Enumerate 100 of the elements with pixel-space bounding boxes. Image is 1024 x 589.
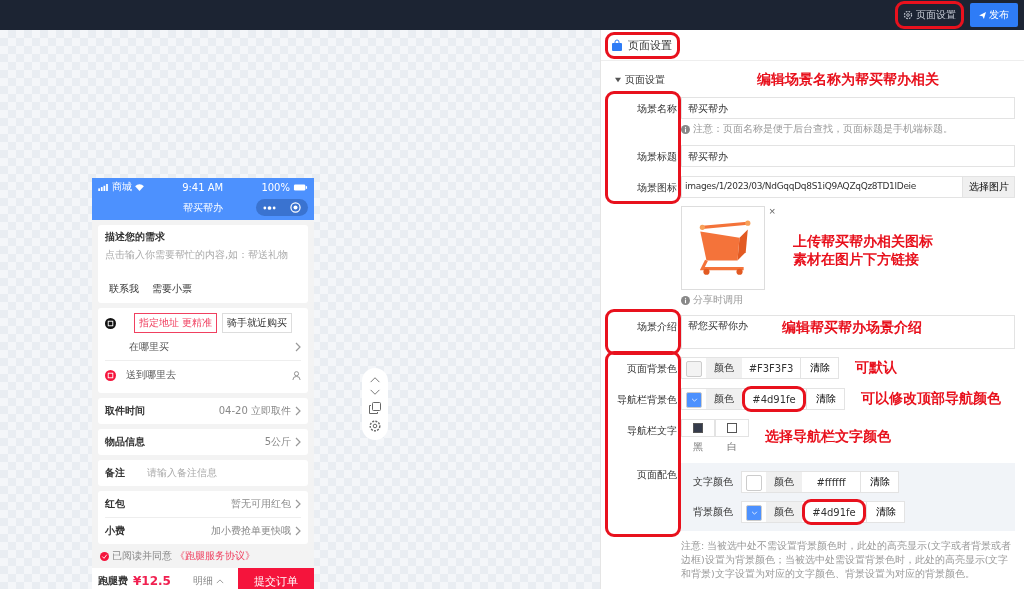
color-swatch[interactable] xyxy=(746,505,762,521)
color-picker[interactable]: 颜色 #ffffff 清除 xyxy=(741,471,899,493)
row-value[interactable]: 暂无可用红包 xyxy=(231,497,291,511)
annotation-text: 可以修改顶部导航颜色 xyxy=(861,390,1001,408)
color-swatch[interactable] xyxy=(686,392,702,408)
battery-icon xyxy=(293,183,308,191)
annotation-text: 上传帮买帮办相关图标素材在图片下方链接 xyxy=(793,232,935,269)
panel-title: 页面设置 xyxy=(628,37,672,53)
choose-image-button[interactable]: 选择图片 xyxy=(963,176,1015,198)
battery-text: 100% xyxy=(261,181,290,193)
send-icon xyxy=(979,11,986,19)
color-picker[interactable]: 颜色 #F3F3F3 清除 xyxy=(681,357,839,379)
caret-down-icon[interactable] xyxy=(615,77,621,83)
detail-button[interactable]: 明细 xyxy=(187,573,230,589)
color-label: 颜色 xyxy=(766,502,802,522)
row-label: 取件时间 xyxy=(105,404,145,418)
buy-location-text[interactable]: 在哪里买 xyxy=(129,340,169,354)
field-label: 场景名称 xyxy=(636,102,677,116)
color-value[interactable]: #ffffff xyxy=(802,472,860,492)
field-label: 导航栏背景色 xyxy=(616,393,677,407)
color-picker[interactable]: 颜色 #4d91fe 清除 xyxy=(681,388,845,410)
chevron-right-icon xyxy=(295,526,301,536)
publish-button[interactable]: 发布 xyxy=(970,3,1018,27)
field-label: 场景介绍 xyxy=(636,320,677,334)
card-title: 描述您的需求 xyxy=(105,230,166,244)
hint-text: 分享时调用 xyxy=(693,294,743,307)
text-field[interactable]: 帮买帮办 xyxy=(681,97,1015,119)
field-label: 导航栏文字 xyxy=(626,424,677,438)
agreement-text: 已阅读并同意 xyxy=(112,549,172,563)
chevron-right-icon xyxy=(295,499,301,509)
chevron-down-icon xyxy=(369,389,381,396)
move-up-button[interactable] xyxy=(369,376,381,383)
more-icon xyxy=(263,205,276,210)
capsule-menu[interactable] xyxy=(256,199,308,216)
caret-up-icon xyxy=(216,578,224,584)
info-icon xyxy=(681,296,690,305)
carrier-text: 商城 xyxy=(112,180,132,194)
chevron-right-icon xyxy=(295,437,301,447)
settings-icon xyxy=(903,10,913,20)
color-label: 颜色 xyxy=(766,472,802,492)
row-value[interactable]: 5公斤 xyxy=(264,435,291,449)
caret-icon xyxy=(750,511,758,515)
field-label: 背景颜色 xyxy=(693,505,733,519)
annotation-text: 编辑场景名称为帮买帮办相关 xyxy=(757,71,939,89)
option-label: 白 xyxy=(727,440,737,454)
buy-icon xyxy=(105,317,116,329)
hint-text: 注意：页面名称是便于后台查找，页面标题是手机端标题。 xyxy=(693,123,953,136)
target-icon xyxy=(290,202,301,213)
copy-button[interactable] xyxy=(369,402,381,414)
deliver-location-text[interactable]: 送到哪里去 xyxy=(126,368,176,382)
close-button[interactable]: × xyxy=(769,206,776,217)
option-label: 黑 xyxy=(693,440,703,454)
agreement-checkbox[interactable] xyxy=(100,551,109,561)
row-value[interactable]: 加小费抢单更快哦 xyxy=(211,524,291,538)
color-label: 颜色 xyxy=(706,358,742,378)
row-label: 小费 xyxy=(105,524,125,538)
annotation-text: 选择导航栏文字颜色 xyxy=(765,427,891,446)
section-title[interactable]: 页面设置 xyxy=(625,73,665,87)
settings-icon xyxy=(369,420,381,432)
price-text: ¥12.5 xyxy=(133,574,171,588)
row-label: 备注 xyxy=(105,466,125,480)
field-label: 场景标题 xyxy=(636,150,677,164)
agreement-link[interactable]: 《跑腿服务协议》 xyxy=(175,549,255,563)
color-option[interactable] xyxy=(681,419,715,437)
field-label: 文字颜色 xyxy=(693,475,733,489)
annotation-text: 可默认 xyxy=(855,359,897,377)
mode-tab[interactable]: 骑手就近购买 xyxy=(222,313,293,333)
wifi-icon xyxy=(135,183,144,191)
row-label: 红包 xyxy=(105,497,125,511)
clock-text: 9:41 AM xyxy=(182,181,224,193)
annotation-text: 编辑帮买帮办场景介绍 xyxy=(782,319,922,337)
copy-icon xyxy=(369,402,381,414)
nav-title: 帮买帮办 xyxy=(183,201,223,215)
mode-tab[interactable]: 指定地址 更精准 xyxy=(134,313,218,333)
move-down-button[interactable] xyxy=(369,389,381,396)
caret-icon xyxy=(690,398,698,402)
chevron-right-icon xyxy=(295,406,301,416)
submit-order-button[interactable]: 提交订单 xyxy=(238,568,314,589)
field-label: 场景图标 xyxy=(636,181,677,195)
row-label: 物品信息 xyxy=(105,435,145,449)
description-field[interactable]: 帮您买帮你办 编辑帮买帮办场景介绍 xyxy=(681,315,1015,349)
color-swatch[interactable] xyxy=(746,475,762,491)
color-option[interactable] xyxy=(715,419,749,437)
chevron-right-icon xyxy=(295,342,301,352)
signal-icon xyxy=(98,183,109,191)
color-value[interactable]: #F3F3F3 xyxy=(742,358,800,378)
hint-text: 注意: 当被选中处不需设置背景颜色时，此处的高亮显示(文字或者背景或者边框)设置为背景颜色；当被选中处需设置背景色时，此处的高亮显示(文字和背景)文字设置为对应的文字颜色、背景设置为对应的背景颜色。 xyxy=(681,539,1012,581)
row-value[interactable]: 04-20 立即取件 xyxy=(218,404,291,418)
chevron-up-icon xyxy=(369,376,381,383)
color-swatch[interactable] xyxy=(686,361,702,377)
text-field[interactable]: 帮买帮办 xyxy=(681,145,1015,167)
path-field[interactable]: images/1/2023/03/NdGqqDq8S1iQ9AQZqQz8TD1lDeie xyxy=(681,176,963,198)
fee-label: 跑腿费 xyxy=(97,574,128,588)
person-icon xyxy=(292,370,301,380)
settings-button[interactable] xyxy=(369,420,381,432)
field-label: 页面背景色 xyxy=(626,362,677,376)
bag-icon xyxy=(611,39,623,51)
deliver-icon xyxy=(105,369,116,381)
color-picker[interactable]: 颜色 #4d91fe 清除 xyxy=(741,501,905,523)
color-label: 颜色 xyxy=(706,389,742,409)
